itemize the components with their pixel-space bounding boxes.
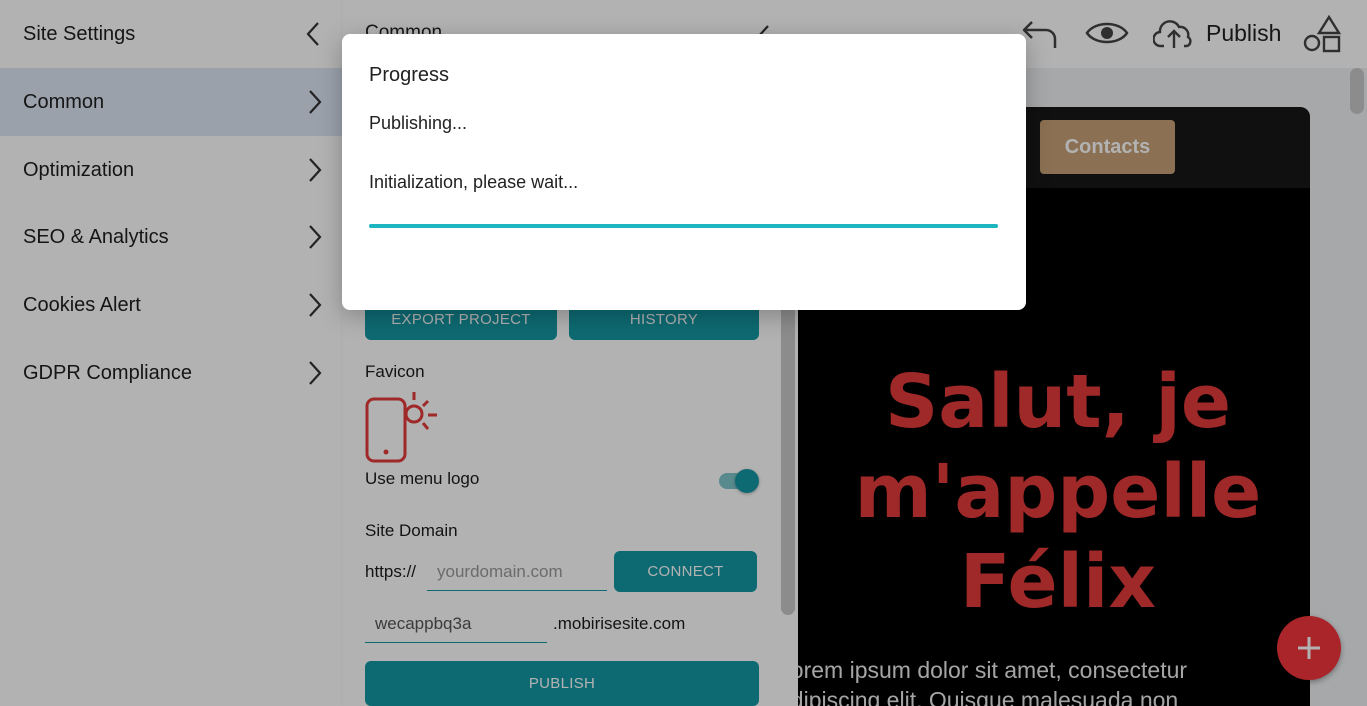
progress-dialog: Progress Publishing... Initialization, p… — [342, 34, 1026, 310]
dialog-title: Progress — [369, 64, 450, 86]
progress-bar — [369, 224, 998, 228]
dialog-detail-text: Initialization, please wait... — [369, 172, 579, 192]
dialog-status-text: Publishing... — [369, 113, 468, 133]
progress-bar-fill — [369, 224, 998, 228]
